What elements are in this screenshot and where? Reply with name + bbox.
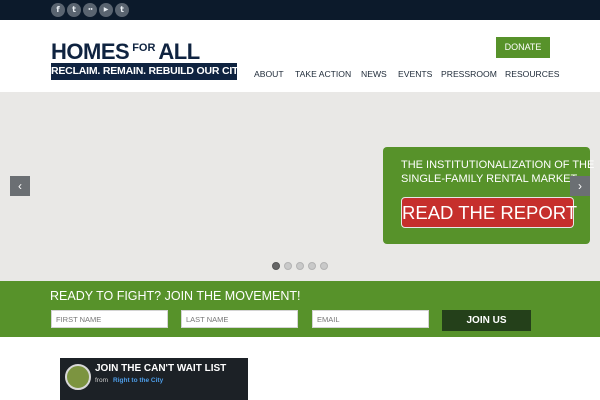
chevron-left-icon: ‹ (18, 179, 22, 193)
first-name-input[interactable] (51, 310, 168, 328)
slider-dot-1[interactable] (272, 262, 280, 270)
embed-title[interactable]: JOIN THE CAN'T WAIT LIST (95, 363, 226, 374)
youtube-icon[interactable]: ▶ (99, 3, 113, 17)
chevron-right-icon: › (578, 179, 582, 193)
slider-prev-button[interactable]: ‹ (10, 176, 30, 196)
logo-word-homes: HOMES (51, 39, 130, 64)
join-form: READY TO FIGHT? JOIN THE MOVEMENT! JOIN … (0, 281, 600, 337)
social-bar: f t •• ▶ t (0, 0, 600, 20)
join-us-button[interactable]: JOIN US (442, 310, 531, 331)
last-name-input[interactable] (181, 310, 298, 328)
logo-word-all: ALL (158, 39, 200, 64)
nav-about[interactable]: ABOUT (254, 69, 284, 79)
donate-button[interactable]: DONATE (496, 37, 550, 58)
promo-line-2: SINGLE-FAMILY RENTAL MARKET (401, 173, 578, 185)
video-embed[interactable]: JOIN THE CAN'T WAIT LIST from Right to t… (60, 358, 248, 400)
flickr-icon[interactable]: •• (83, 3, 97, 17)
nav-pressroom[interactable]: PRESSROOM (441, 69, 497, 79)
twitter-icon[interactable]: t (67, 3, 81, 17)
facebook-icon[interactable]: f (51, 3, 65, 17)
nav-resources[interactable]: RESOURCES (505, 69, 559, 79)
channel-avatar (65, 364, 91, 390)
site-header: HOMES FOR ALL RECLAIM. REMAIN. REBUILD OUR… (0, 20, 600, 92)
logo-tagline: RECLAIM. REMAIN. REBUILD OUR CITIES. (51, 63, 258, 80)
slider-next-button[interactable]: › (570, 176, 590, 196)
nav-events[interactable]: EVENTS (398, 69, 432, 79)
report-promo: THE INSTITUTIONALIZATION OF THE SINGLE-F… (383, 147, 594, 244)
slider-dot-4[interactable] (308, 262, 316, 270)
hero-slider: ‹ THE INSTITUTIONALIZATION OF THE SINGLE… (0, 92, 600, 281)
slider-dot-3[interactable] (296, 262, 304, 270)
slider-dot-5[interactable] (320, 262, 328, 270)
logo-word-for: FOR (132, 42, 156, 54)
read-report-button[interactable]: READ THE REPORT (401, 197, 577, 228)
site-logo[interactable]: HOMES FOR ALL (51, 37, 200, 63)
tumblr-icon[interactable]: t (115, 3, 129, 17)
join-heading: READY TO FIGHT? JOIN THE MOVEMENT! (50, 289, 301, 303)
promo-line-1: THE INSTITUTIONALIZATION OF THE (401, 159, 595, 171)
embed-from-label: from (95, 377, 108, 384)
embed-source-link[interactable]: Right to the City (113, 377, 163, 384)
nav-news[interactable]: NEWS (361, 69, 387, 79)
email-input[interactable] (312, 310, 429, 328)
nav-take-action[interactable]: TAKE ACTION (295, 69, 351, 79)
slider-dot-2[interactable] (284, 262, 292, 270)
